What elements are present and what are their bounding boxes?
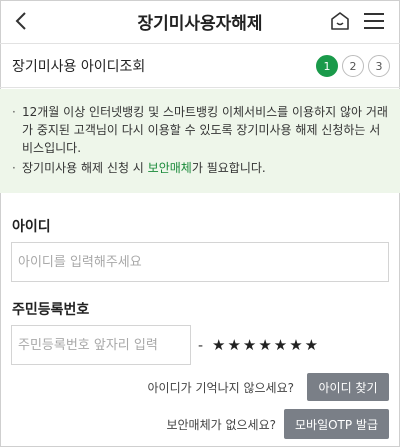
- home-icon: [331, 12, 349, 30]
- menu-button[interactable]: [360, 7, 388, 35]
- forgot-id-text: 아이디가 기억나지 않으세요?: [147, 381, 294, 395]
- hamburger-menu-icon: [364, 13, 384, 29]
- section-title: 장기미사용 아이디조회: [12, 59, 146, 75]
- notice-box: 12개월 이상 인터넷뱅킹 및 스마트뱅킹 이체서비스를 이용하지 않아 거래가…: [0, 89, 400, 193]
- mobile-otp-button[interactable]: 모바일OTP 발급: [284, 409, 389, 439]
- id-label: 아이디: [12, 219, 51, 235]
- notice-item-media: 장기미사용 해제 신청 시 보안매체가 필요합니다.: [12, 159, 388, 177]
- home-button[interactable]: [326, 7, 354, 35]
- step-indicator: 1 2 3: [316, 55, 390, 77]
- notice-media-prefix: 장기미사용 해제 신청 시: [22, 161, 148, 175]
- find-id-button[interactable]: 아이디 찾기: [307, 373, 389, 401]
- rrn-dash: -: [198, 338, 204, 354]
- rrn-label: 주민등록번호: [12, 302, 90, 318]
- notice-item-service: 12개월 이상 인터넷뱅킹 및 스마트뱅킹 이체서비스를 이용하지 않아 거래가…: [12, 103, 388, 157]
- no-security-media-text: 보안매체가 없으세요?: [166, 418, 276, 432]
- app-header: 장기미사용자해제: [0, 0, 400, 44]
- step-1: 1: [316, 55, 338, 77]
- step-3: 3: [368, 55, 390, 77]
- notice-media-suffix: 가 필요합니다.: [191, 161, 266, 175]
- rrn-masked-back: ★★★★★★★: [212, 336, 321, 354]
- security-media-link[interactable]: 보안매체: [148, 161, 192, 175]
- step-2: 2: [342, 55, 364, 77]
- section-header: 장기미사용 아이디조회 1 2 3: [0, 44, 400, 88]
- id-input[interactable]: [11, 242, 389, 282]
- rrn-front-input[interactable]: [11, 325, 191, 365]
